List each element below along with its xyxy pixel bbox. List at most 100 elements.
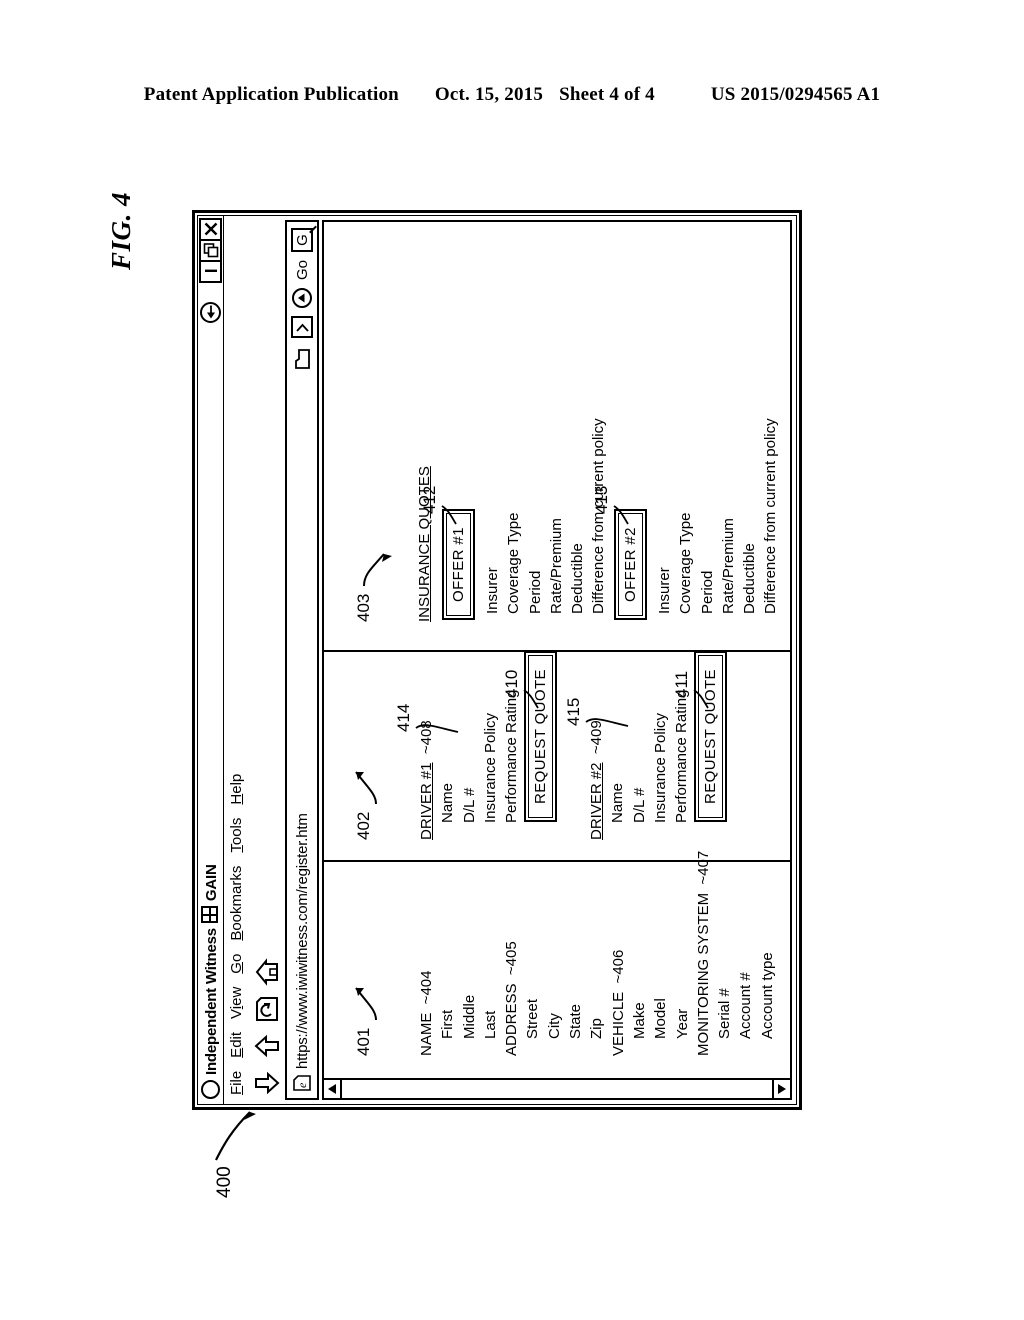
- leader-line-403: [363, 553, 392, 587]
- go-triangle-icon[interactable]: [292, 288, 312, 309]
- ref-402-text: 402: [354, 811, 373, 840]
- field-account-number: Account #: [737, 972, 755, 1039]
- menu-item-bookmarks[interactable]: Bookmarks: [228, 866, 245, 941]
- publication-title: Patent Application Publication: [143, 84, 399, 105]
- forward-arrow-icon[interactable]: [254, 1033, 280, 1059]
- field-model: Model: [652, 998, 670, 1039]
- driver-2-title: DRIVER #2: [588, 762, 605, 840]
- offer-2-fields: Insurer Coverage Type Period Rate/Premiu…: [654, 418, 782, 614]
- driver-2-field-dl: D/L #: [630, 787, 648, 823]
- publication-sheet: Sheet 4 of 4: [559, 84, 655, 105]
- scroll-down-button[interactable]: [772, 1078, 792, 1100]
- menu-item-file[interactable]: File: [228, 1071, 245, 1095]
- registration-panel: 401 NAME ~404 First Middle Last ADDRESS …: [324, 851, 790, 1078]
- menu-item-help[interactable]: Help: [228, 774, 245, 805]
- tilde-408: ~: [418, 745, 435, 759]
- offer-2-button[interactable]: OFFER #2: [614, 509, 647, 620]
- ref-410-text: 410: [502, 669, 521, 698]
- reference-numeral-410: 410: [502, 670, 522, 698]
- reference-numeral-403: 403: [354, 594, 374, 622]
- group-monitoring-title: MONITORING SYSTEM: [694, 892, 712, 1056]
- navigation-toolbar: [249, 216, 285, 1104]
- field-make: Make: [630, 1002, 648, 1039]
- url-input[interactable]: https://www.iwiwitness.com/register.htm: [294, 370, 311, 1069]
- offer-2-field-period: Period: [698, 570, 716, 614]
- app-logo-icon: [201, 1080, 220, 1099]
- driver-2-title-row: DRIVER #2 ~409: [586, 690, 607, 840]
- browser-window: Independent WitnessGAIN File Edit View G…: [192, 210, 802, 1110]
- close-icon[interactable]: [199, 218, 222, 241]
- dropdown-arrow-icon[interactable]: [291, 316, 313, 339]
- scroll-up-button[interactable]: [322, 1078, 342, 1100]
- group-vehicle-title: VEHICLE: [609, 991, 627, 1056]
- vertical-scrollbar[interactable]: [322, 1078, 792, 1100]
- field-street: Street: [524, 998, 542, 1039]
- web-page-content: 401 NAME ~404 First Middle Last ADDRESS …: [324, 222, 790, 1078]
- reference-numeral-411: 411: [672, 671, 692, 698]
- offer-1-field-insurer: Insurer: [484, 567, 501, 614]
- group-monitoring-system: MONITORING SYSTEM ~407: [693, 851, 714, 1056]
- menu-bar: File Edit View Go Bookmarks Tools Help: [224, 216, 249, 1104]
- figure-label: FIG. 4: [106, 192, 136, 271]
- ref-411-text: 411: [672, 670, 691, 698]
- driver-1-block: DRIVER #1 ~408 Name D/L # Insurance Poli…: [416, 690, 522, 840]
- minimize-icon[interactable]: [199, 260, 222, 283]
- field-serial-number: Serial #: [716, 988, 734, 1039]
- menu-item-edit[interactable]: Edit: [228, 1032, 245, 1058]
- ref-405-text: 405: [503, 941, 521, 967]
- ref-415-text: 415: [564, 697, 583, 726]
- offer-2-field-difference: Difference from current policy: [762, 418, 780, 614]
- offer-2-field-insurer: Insurer: [656, 567, 673, 614]
- registration-fields: NAME ~404 First Middle Last ADDRESS ~405: [416, 851, 778, 1056]
- back-arrow-icon[interactable]: [254, 1070, 280, 1096]
- offer-2-field-coverage: Coverage Type: [677, 512, 695, 614]
- offer-1-field-deductible: Deductible: [569, 543, 587, 614]
- ref-400-text: 400: [214, 1166, 235, 1198]
- reference-numeral-414: 414: [394, 704, 414, 732]
- offer-2-field-rate: Rate/Premium: [719, 518, 737, 614]
- field-first: First: [439, 1009, 457, 1039]
- scrollbar-track[interactable]: [340, 1080, 774, 1098]
- reference-numeral-413: 413: [592, 486, 612, 514]
- reference-numeral-400: 400: [214, 1111, 256, 1198]
- content-viewport: 401 NAME ~404 First Middle Last ADDRESS …: [322, 220, 792, 1100]
- restore-icon[interactable]: [199, 239, 222, 262]
- request-quote-button-2[interactable]: REQUEST QUOTE: [694, 651, 727, 822]
- reload-icon[interactable]: [254, 996, 280, 1022]
- field-middle: Middle: [460, 994, 478, 1039]
- ref-412-text: 412: [420, 485, 439, 514]
- reference-numeral-412: 412: [420, 486, 440, 514]
- driver-1-field-name: Name: [439, 782, 457, 823]
- ref-403-text: 403: [354, 593, 373, 622]
- request-quote-2-label: REQUEST QUOTE: [698, 655, 723, 818]
- ref-414-text: 414: [394, 703, 413, 732]
- offer-2-field-deductible: Deductible: [741, 543, 759, 614]
- ref-408-text: 408: [418, 720, 435, 746]
- menu-item-tools[interactable]: Tools: [228, 818, 245, 853]
- driver-1-field-dl: D/L #: [460, 787, 478, 823]
- offer-1-fields: Insurer Coverage Type Period Rate/Premiu…: [482, 418, 610, 614]
- group-name-title: NAME: [418, 1012, 435, 1056]
- window-title: Independent Witness GAIN: [201, 864, 220, 1075]
- menu-item-go[interactable]: Go: [228, 954, 245, 974]
- menu-item-view[interactable]: View: [228, 987, 245, 1019]
- offer-1-field-difference: Difference from current policy: [590, 418, 608, 614]
- offer-1-field-rate: Rate/Premium: [547, 518, 565, 614]
- go-button[interactable]: Go: [294, 260, 311, 280]
- address-bar[interactable]: e https://www.iwiwitness.com/register.ht…: [285, 220, 319, 1100]
- window-title-suffix: GAIN: [203, 864, 220, 902]
- group-address: ADDRESS ~405: [501, 851, 522, 1056]
- home-icon[interactable]: [254, 958, 280, 986]
- offer-1-button[interactable]: OFFER #1: [442, 509, 475, 620]
- tilde-405: ~: [503, 966, 521, 980]
- ref-406-text: 406: [609, 949, 627, 975]
- back-circle-icon[interactable]: [200, 302, 221, 323]
- svg-text:e: e: [295, 1082, 309, 1088]
- request-quote-button-1[interactable]: REQUEST QUOTE: [524, 651, 557, 822]
- leader-line-402: [355, 771, 377, 805]
- search-box[interactable]: G: [291, 228, 313, 252]
- driver-2-field-rating: Performance Rating: [673, 689, 691, 823]
- driver-2-field-policy: Insurance Policy: [651, 712, 669, 823]
- driver-2-field-name: Name: [609, 782, 627, 823]
- folder-icon[interactable]: [291, 346, 313, 370]
